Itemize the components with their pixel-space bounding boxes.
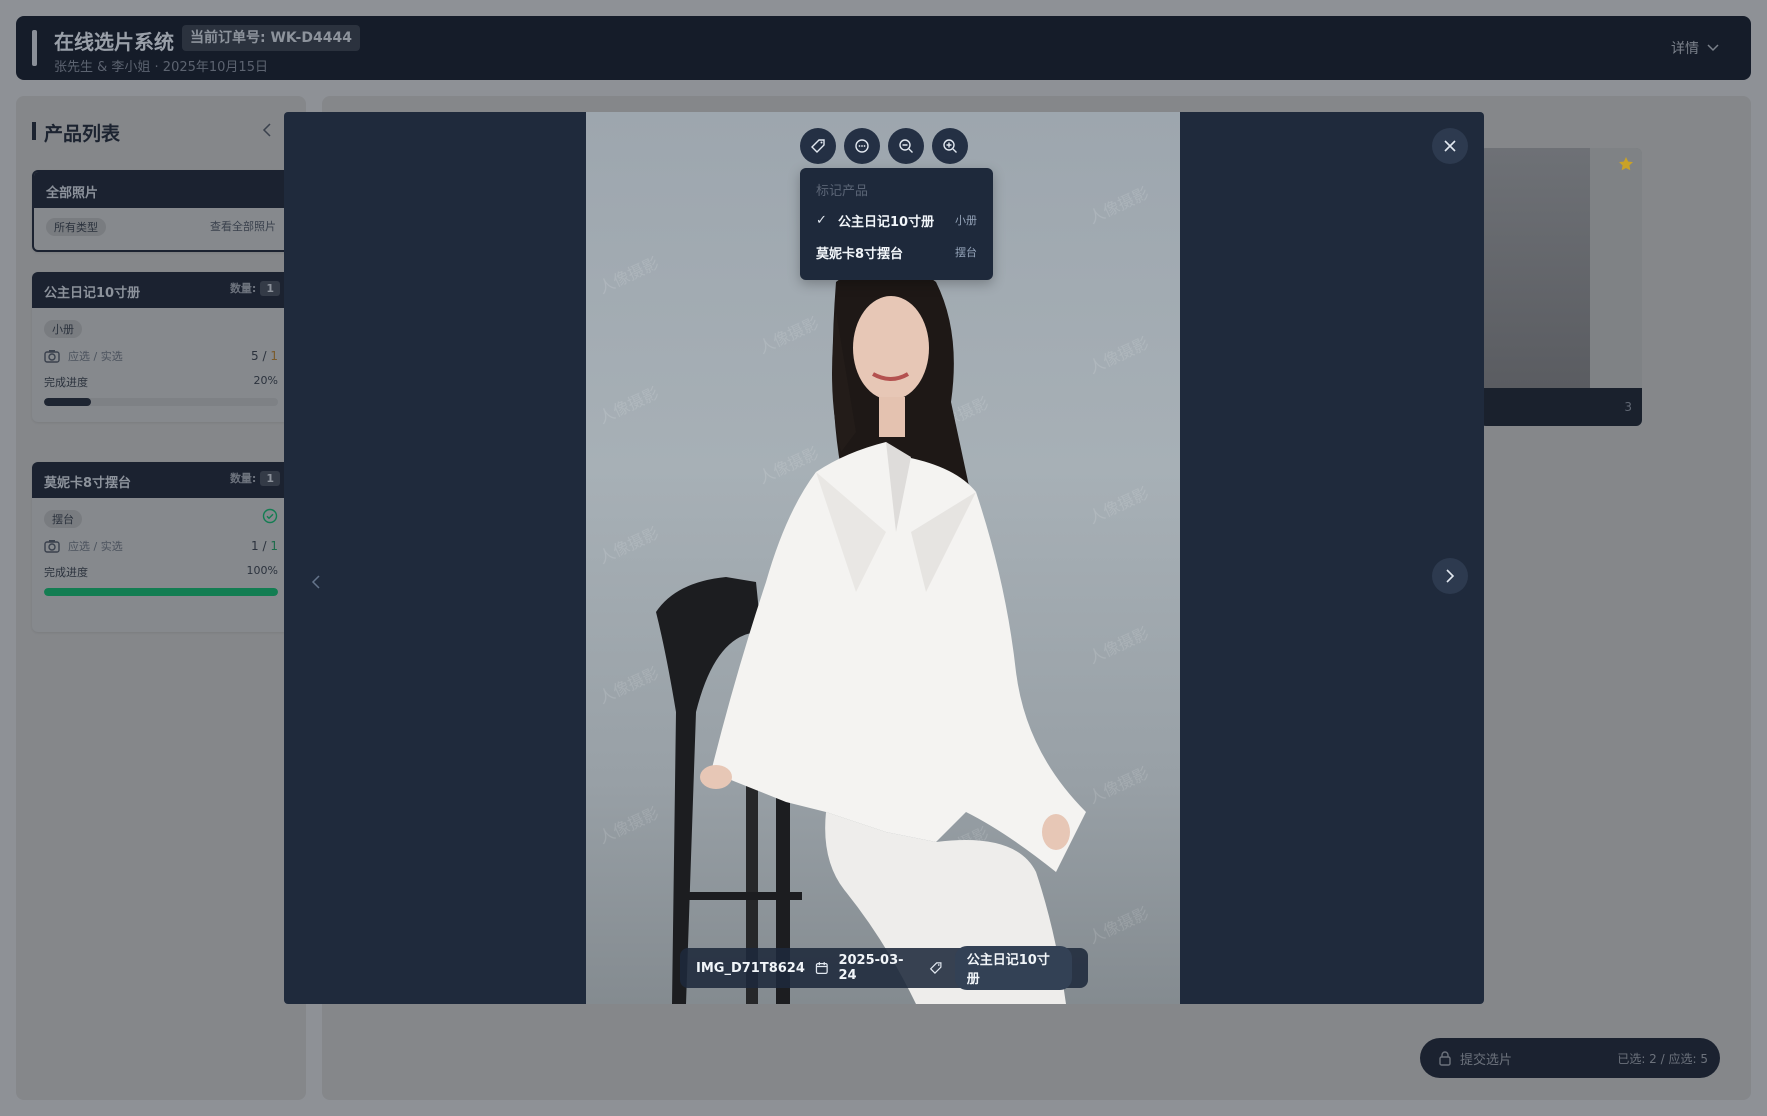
- selected-count: 1: [270, 349, 278, 363]
- progress-percent: 100%: [246, 564, 278, 577]
- quantity-label: 数量:: [229, 472, 257, 485]
- zoom-out-button[interactable]: [888, 128, 924, 164]
- details-label: 详情: [1671, 41, 1699, 57]
- close-icon: [1444, 140, 1456, 152]
- count-separator: /: [262, 349, 267, 363]
- photo-thumbnail-bg: [1590, 148, 1642, 388]
- check-circle-icon: [262, 508, 278, 524]
- required-count: 5: [251, 349, 259, 363]
- selected-count: 1: [270, 539, 278, 553]
- comment-icon: [855, 139, 869, 153]
- selection-stats: 已选: 2 / 应选: 5: [1617, 1051, 1708, 1066]
- header-accent-bar: [32, 30, 37, 66]
- camera-icon: [44, 540, 60, 553]
- all-types-tag: 所有类型: [46, 218, 106, 236]
- quantity-value: 1: [260, 280, 280, 296]
- quantity-value: 1: [260, 470, 280, 486]
- tag-menu-header: 标记产品: [816, 184, 869, 199]
- progress-fill: [44, 588, 278, 596]
- sidebar-title-accent: [32, 122, 36, 140]
- count-separator: /: [262, 539, 267, 553]
- tag-menu-item-label: 莫妮卡8寸摆台: [816, 246, 904, 262]
- product-type-tag: 小册: [44, 320, 82, 338]
- calendar-icon: [815, 962, 828, 974]
- photo-number: 3: [1624, 400, 1632, 414]
- zoom-in-icon: [943, 139, 957, 153]
- tag-icon: [930, 962, 942, 974]
- collapse-sidebar-button[interactable]: [262, 122, 272, 141]
- chevron-right-icon: [1446, 569, 1455, 583]
- tag-menu-item-label: 公主日记10寸册: [838, 214, 935, 230]
- tag-menu-item[interactable]: ✓ 公主日记10寸册 小册: [800, 204, 993, 236]
- zoom-out-icon: [899, 139, 913, 153]
- camera-icon: [44, 350, 60, 363]
- product-card[interactable]: 莫妮卡8寸摆台 数量: 1 摆台 应选 / 实选 1 / 1 完成进度 100%: [32, 462, 290, 632]
- select-count-label: 应选 / 实选: [68, 350, 123, 363]
- view-all-photos-link[interactable]: 查看全部照片: [210, 218, 276, 236]
- previous-photo-button[interactable]: [308, 570, 324, 594]
- close-viewer-button[interactable]: [1432, 128, 1468, 164]
- comment-button[interactable]: [844, 128, 880, 164]
- all-photos-title: 全部照片: [34, 172, 288, 208]
- select-count: 5 / 1: [251, 349, 278, 363]
- product-quantity: 数量: 1: [230, 280, 280, 296]
- photo-viewer-modal: 人像摄影 人像摄影 人像摄影 人像摄影 人像摄影 人像摄影 人像摄影 人像摄影 …: [284, 112, 1484, 1004]
- quantity-label: 数量:: [229, 282, 257, 295]
- chevron-down-icon: [1707, 44, 1719, 52]
- tag-product-menu: 标记产品 ✓ 公主日记10寸册 小册 莫妮卡8寸摆台 摆台: [800, 168, 993, 280]
- next-photo-button[interactable]: [1432, 558, 1468, 594]
- customer-subtitle: 张先生 & 李小姐 · 2025年10月15日: [54, 60, 268, 75]
- tag-menu-item-type: 摆台: [955, 246, 977, 259]
- submit-label: 提交选片: [1460, 1052, 1513, 1068]
- photo-thumbnail-card[interactable]: 3: [1480, 148, 1642, 426]
- chevron-left-icon: [262, 123, 271, 137]
- all-photos-card[interactable]: 全部照片 所有类型 查看全部照片: [32, 170, 290, 252]
- product-card[interactable]: 公主日记10寸册 数量: 1 小册 应选 / 实选 5 / 1 完成进度 20%: [32, 272, 290, 422]
- progress-label: 完成进度: [44, 566, 88, 579]
- photo-date: 2025-03-24: [838, 953, 904, 983]
- details-dropdown[interactable]: 详情: [1671, 38, 1719, 58]
- product-quantity: 数量: 1: [230, 470, 280, 486]
- tag-menu-item[interactable]: 莫妮卡8寸摆台 摆台: [800, 236, 993, 268]
- product-sidebar: 产品列表 全部照片 所有类型 查看全部照片 公主日记10寸册 数量: 1 小册 …: [16, 96, 306, 1100]
- submit-selection-button[interactable]: 提交选片 已选: 2 / 应选: 5: [1420, 1038, 1720, 1078]
- app-title: 在线选片系统: [54, 30, 174, 54]
- checkmark-icon: ✓: [816, 212, 827, 228]
- photo-product-chip: 公主日记10寸册: [954, 946, 1073, 990]
- product-name: 公主日记10寸册: [44, 286, 141, 301]
- zoom-in-button[interactable]: [932, 128, 968, 164]
- chevron-left-icon: [311, 575, 320, 589]
- tag-icon: [811, 139, 825, 153]
- product-name: 莫妮卡8寸摆台: [44, 476, 132, 491]
- select-count-label: 应选 / 实选: [68, 540, 123, 553]
- required-count: 1: [251, 539, 259, 553]
- progress-bar: [44, 588, 278, 596]
- progress-fill: [44, 398, 91, 406]
- tag-menu-item-type: 小册: [955, 214, 977, 227]
- select-count: 1 / 1: [251, 539, 278, 553]
- photo-info-bar: IMG_D71T8624 2025-03-24 公主日记10寸册: [680, 946, 1088, 990]
- lock-icon: [1439, 1051, 1451, 1066]
- order-number-badge: 当前订单号: WK-D4444: [182, 25, 360, 51]
- progress-percent: 20%: [253, 374, 278, 387]
- sidebar-title: 产品列表: [44, 123, 121, 145]
- top-header: 在线选片系统 当前订单号: WK-D4444 张先生 & 李小姐 · 2025年…: [16, 16, 1751, 80]
- star-icon[interactable]: [1618, 156, 1634, 172]
- product-type-tag: 摆台: [44, 510, 82, 528]
- tag-product-button[interactable]: [800, 128, 836, 164]
- progress-label: 完成进度: [44, 376, 88, 389]
- photo-filename: IMG_D71T8624: [696, 960, 805, 976]
- progress-bar: [44, 398, 278, 406]
- photo-thumbnail: [1480, 148, 1590, 388]
